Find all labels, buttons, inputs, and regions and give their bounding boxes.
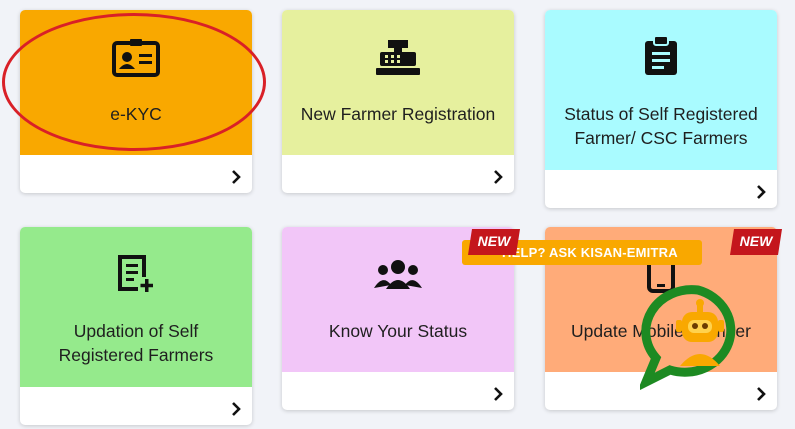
clipboard-list-icon <box>645 36 677 75</box>
chevron-right-icon[interactable] <box>490 386 506 402</box>
card-new-farmer-registration[interactable]: New Farmer Registration <box>282 10 514 193</box>
chevron-right-icon[interactable] <box>753 184 769 200</box>
users-icon <box>374 260 422 289</box>
chevron-right-icon[interactable] <box>228 401 244 417</box>
card-new-farmer-title: New Farmer Registration <box>300 104 496 124</box>
edit-list-icon <box>118 255 153 292</box>
help-banner-label: HELP? ASK KISAN-EMITRA <box>502 245 678 260</box>
card-ekyc-header <box>20 10 252 155</box>
chevron-right-icon[interactable] <box>753 386 769 402</box>
card-ekyc-title: e-KYC <box>110 104 162 124</box>
id-card-icon <box>112 39 160 77</box>
card-ekyc[interactable]: e-KYC <box>20 10 252 193</box>
card-updation-title: Updation of Self Registered Farmers <box>58 321 214 365</box>
card-status-self-registered[interactable]: Status of Self Registered Farmer/ CSC Fa… <box>545 10 777 208</box>
new-badge-mobile: NEW <box>730 229 782 255</box>
new-badge-help: NEW <box>468 229 520 255</box>
card-status-title: Status of Self Registered Farmer/ CSC Fa… <box>564 104 758 148</box>
card-new-farmer-header <box>282 10 514 155</box>
new-badge-label: NEW <box>739 233 773 249</box>
chevron-right-icon[interactable] <box>228 169 244 185</box>
card-updation-self-registered[interactable]: Updation of Self Registered Farmers <box>20 227 252 425</box>
cash-register-icon <box>376 40 420 75</box>
card-know-status-title: Know Your Status <box>328 321 468 341</box>
chatbot-icon[interactable] <box>640 284 750 390</box>
chevron-right-icon[interactable] <box>490 169 506 185</box>
new-badge-label: NEW <box>477 233 511 249</box>
